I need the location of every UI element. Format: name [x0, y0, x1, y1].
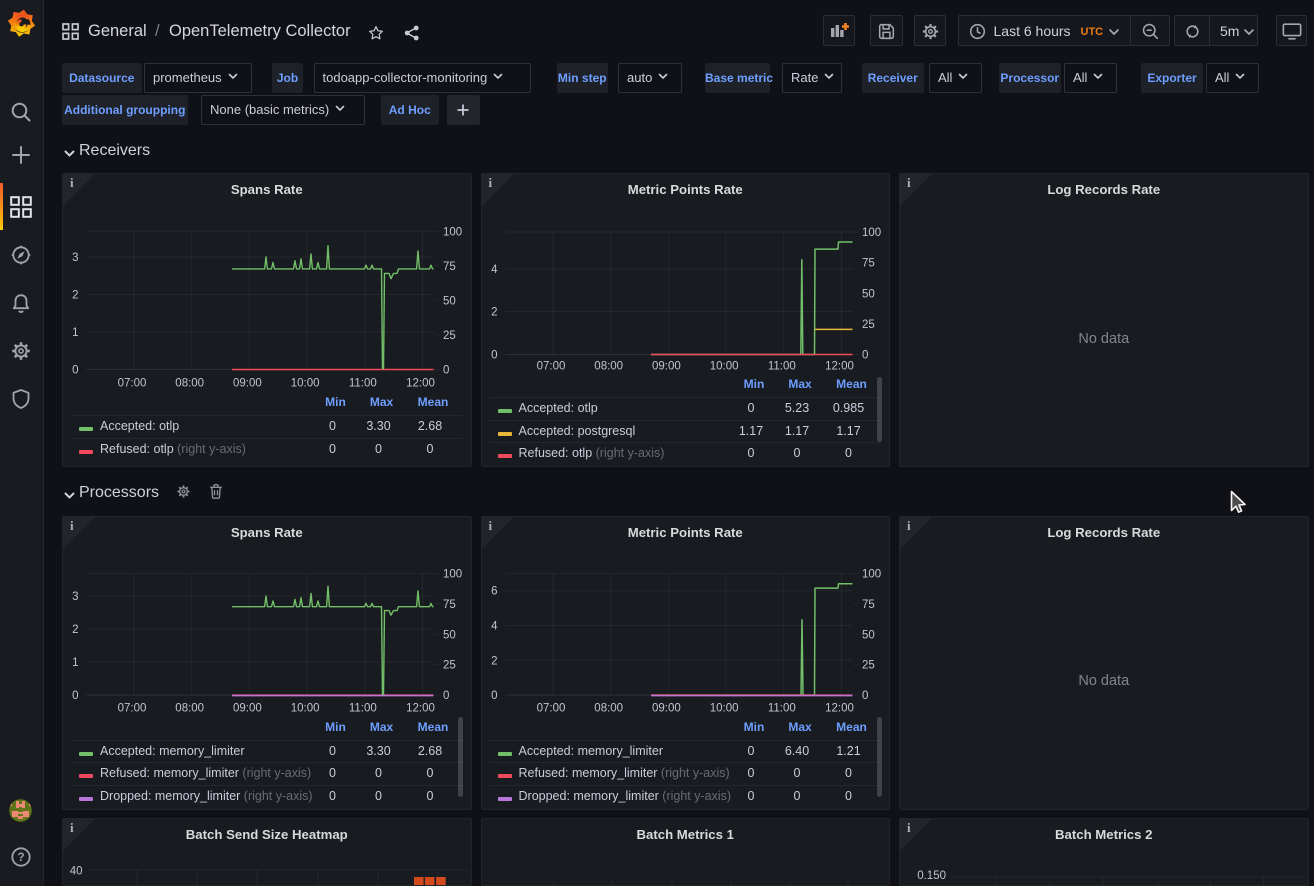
- svg-text:6: 6: [491, 586, 497, 598]
- svg-text:10:00: 10:00: [291, 378, 320, 390]
- svg-text:25: 25: [443, 660, 456, 672]
- svg-text:75: 75: [862, 258, 875, 270]
- svg-text:100: 100: [862, 227, 881, 239]
- svg-text:08:00: 08:00: [594, 361, 623, 373]
- svg-text:25: 25: [862, 319, 875, 331]
- svg-text:07:00: 07:00: [536, 703, 565, 715]
- svg-text:2: 2: [491, 655, 497, 667]
- svg-text:10:00: 10:00: [709, 361, 738, 373]
- svg-text:0: 0: [491, 350, 497, 362]
- svg-text:50: 50: [862, 629, 875, 641]
- svg-text:12:00: 12:00: [406, 378, 435, 390]
- svg-text:3: 3: [72, 252, 78, 264]
- svg-text:100: 100: [443, 226, 462, 238]
- svg-text:100: 100: [443, 568, 462, 580]
- svg-text:08:00: 08:00: [594, 703, 623, 715]
- svg-text:0: 0: [862, 350, 868, 362]
- svg-text:07:00: 07:00: [118, 703, 147, 715]
- svg-text:25: 25: [862, 660, 875, 672]
- svg-text:09:00: 09:00: [652, 703, 681, 715]
- svg-text:0: 0: [72, 690, 78, 702]
- svg-text:50: 50: [443, 629, 456, 641]
- svg-text:09:00: 09:00: [233, 703, 262, 715]
- svg-text:10:00: 10:00: [709, 703, 738, 715]
- svg-text:50: 50: [443, 295, 456, 307]
- svg-text:2: 2: [72, 290, 78, 302]
- svg-text:75: 75: [443, 261, 456, 273]
- svg-text:11:00: 11:00: [349, 703, 377, 715]
- svg-text:0: 0: [443, 690, 449, 702]
- svg-text:0: 0: [443, 365, 449, 377]
- svg-text:2: 2: [491, 307, 497, 319]
- svg-text:75: 75: [443, 599, 456, 611]
- svg-text:4: 4: [491, 621, 498, 633]
- svg-text:1: 1: [72, 657, 78, 669]
- svg-text:10:00: 10:00: [291, 703, 320, 715]
- svg-text:75: 75: [862, 599, 875, 611]
- svg-text:0: 0: [491, 690, 497, 702]
- svg-text:12:00: 12:00: [406, 703, 435, 715]
- svg-text:07:00: 07:00: [118, 378, 147, 390]
- svg-text:09:00: 09:00: [233, 378, 262, 390]
- svg-text:11:00: 11:00: [767, 703, 795, 715]
- svg-text:11:00: 11:00: [767, 361, 795, 373]
- svg-text:3: 3: [72, 591, 78, 603]
- svg-text:09:00: 09:00: [652, 361, 681, 373]
- svg-text:11:00: 11:00: [349, 378, 377, 390]
- svg-text:2: 2: [72, 624, 78, 636]
- svg-text:1: 1: [72, 327, 78, 339]
- svg-text:12:00: 12:00: [825, 361, 854, 373]
- svg-text:12:00: 12:00: [825, 703, 854, 715]
- svg-text:0: 0: [72, 365, 78, 377]
- svg-text:0.150: 0.150: [917, 870, 946, 882]
- svg-text:40: 40: [70, 866, 83, 878]
- svg-text:08:00: 08:00: [175, 703, 204, 715]
- svg-text:0: 0: [862, 690, 868, 702]
- svg-text:07:00: 07:00: [536, 361, 565, 373]
- svg-text:50: 50: [862, 288, 875, 300]
- svg-text:4: 4: [491, 264, 498, 276]
- svg-text:100: 100: [862, 568, 881, 580]
- svg-text:08:00: 08:00: [175, 378, 204, 390]
- svg-text:?: ?: [17, 852, 24, 864]
- svg-text:25: 25: [443, 330, 456, 342]
